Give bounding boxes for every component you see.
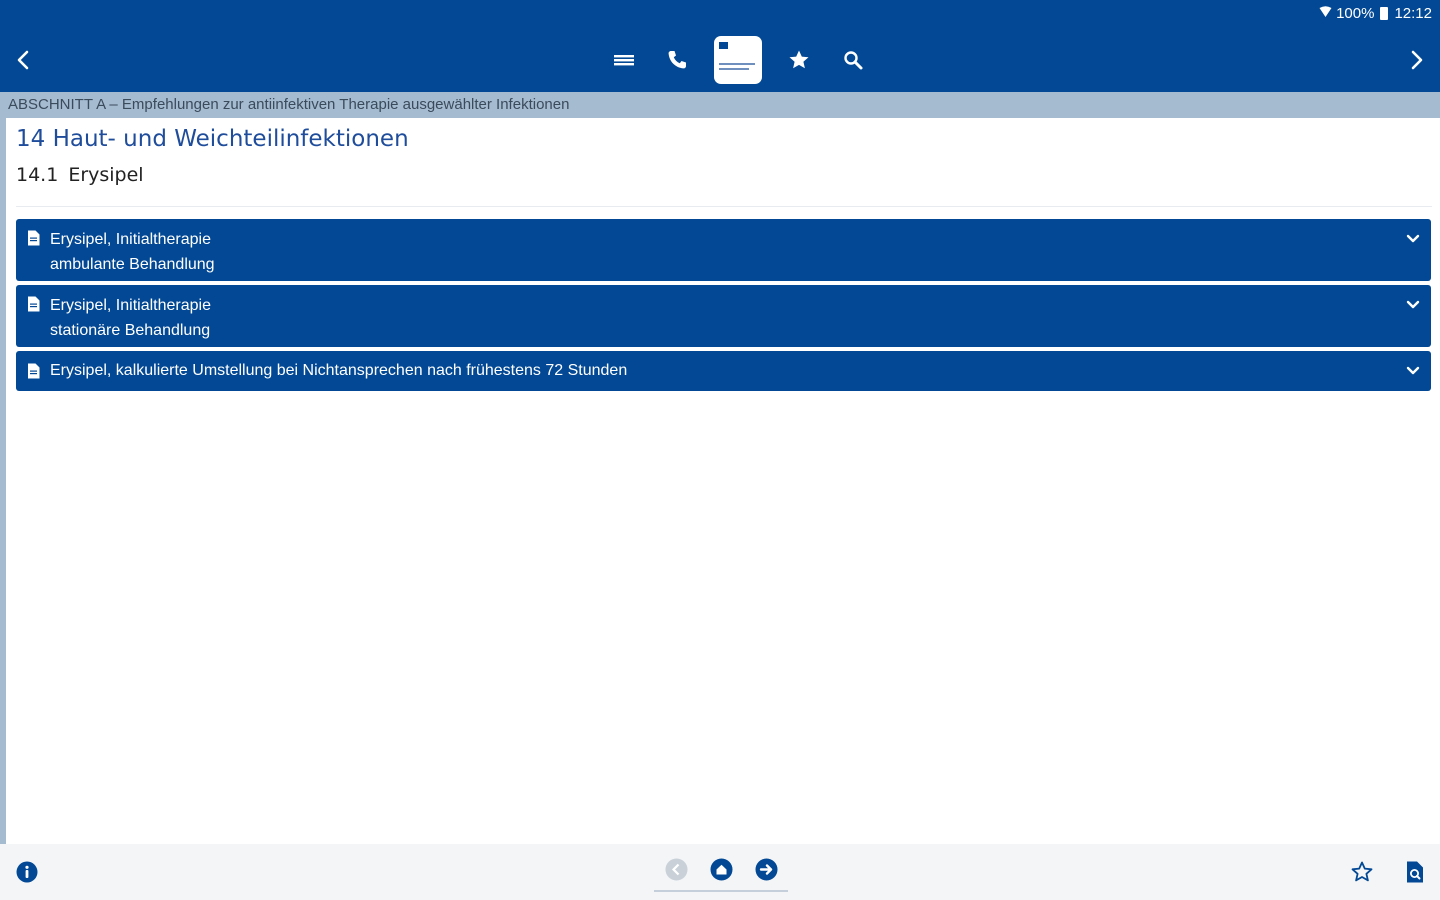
therapy-accordion: Erysipel, Initialtherapie ambulante Beha…: [16, 219, 1431, 395]
chevron-down-icon: [1406, 366, 1420, 375]
bottom-bar: [0, 844, 1440, 900]
accordion-item-subtitle: ambulante Behandlung: [50, 256, 215, 273]
document-search-icon[interactable]: [1403, 860, 1427, 884]
pager-home-icon[interactable]: [710, 858, 733, 881]
battery-percent: 100%: [1336, 5, 1375, 22]
back-button[interactable]: [6, 42, 42, 78]
logo-line: [719, 68, 749, 70]
favorite-icon[interactable]: [1350, 860, 1374, 884]
chevron-down-icon: [1406, 234, 1420, 243]
accordion-item-title: Erysipel, Initialtherapie: [50, 297, 211, 314]
favorites-button[interactable]: [782, 43, 816, 77]
info-icon[interactable]: [16, 861, 38, 883]
chevron-down-icon: [1406, 300, 1420, 309]
app-logo-button[interactable]: [714, 36, 762, 84]
logo-mark: [719, 42, 728, 49]
app-root: 100% 12:12 ABSCHNITT A – Empfehlungen zu…: [0, 0, 1440, 900]
logo-line: [719, 63, 755, 65]
chapter-title: 14 Haut- und Weichteilinfektionen: [16, 126, 409, 152]
subsection-name: Erysipel: [68, 164, 144, 186]
main-toolbar: [596, 36, 880, 84]
top-app-bar: 100% 12:12: [0, 0, 1440, 92]
document-icon: [28, 363, 40, 379]
star-icon: [789, 50, 809, 69]
wifi-icon: [1319, 6, 1332, 21]
search-button[interactable]: [836, 43, 870, 77]
phone-icon: [668, 51, 686, 69]
search-icon: [844, 51, 863, 70]
accordion-item-subtitle: stationäre Behandlung: [50, 322, 211, 339]
battery-icon: [1380, 7, 1389, 20]
phone-button[interactable]: [660, 43, 694, 77]
status-bar: 100% 12:12: [1319, 5, 1432, 22]
forward-button[interactable]: [1398, 42, 1434, 78]
subsection-title: 14.1 Erysipel: [16, 164, 144, 186]
forward-icon: [1411, 50, 1423, 70]
left-edge-bar: [0, 118, 6, 844]
document-icon: [28, 230, 40, 246]
page-navigator: [654, 858, 788, 892]
list-button[interactable]: [606, 43, 640, 77]
accordion-item-title: Erysipel, kalkulierte Umstellung bei Nic…: [50, 362, 628, 379]
accordion-item[interactable]: Erysipel, kalkulierte Umstellung bei Nic…: [16, 351, 1431, 391]
accordion-item[interactable]: Erysipel, Initialtherapie ambulante Beha…: [16, 219, 1431, 281]
accordion-item[interactable]: Erysipel, Initialtherapie stationäre Beh…: [16, 285, 1431, 347]
pager-next-icon[interactable]: [755, 858, 778, 881]
accordion-item-title: Erysipel, Initialtherapie: [50, 231, 211, 248]
document-icon: [28, 296, 40, 312]
pager-prev-icon[interactable]: [665, 858, 688, 881]
section-breadcrumb: ABSCHNITT A – Empfehlungen zur antiinfek…: [0, 92, 1440, 118]
subsection-number: 14.1: [16, 164, 59, 186]
clock: 12:12: [1394, 5, 1432, 22]
list-icon: [614, 55, 634, 66]
back-icon: [17, 50, 29, 70]
divider: [16, 206, 1432, 207]
